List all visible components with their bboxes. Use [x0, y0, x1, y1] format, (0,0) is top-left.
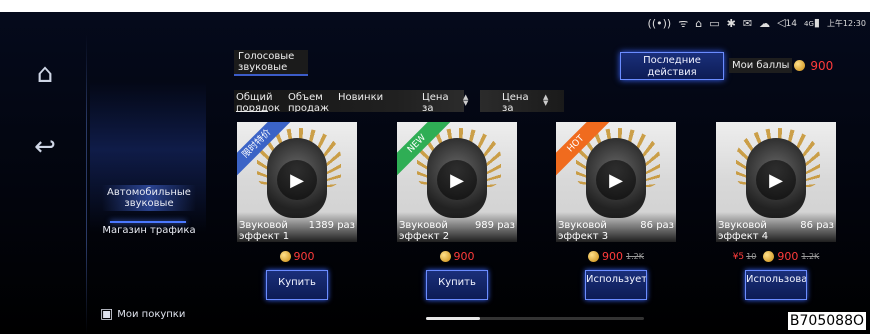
- sound-name: Звуковой эффект 1: [239, 220, 290, 242]
- sort-price-points[interactable]: Цена за баллы: [422, 92, 462, 112]
- play-count: 989 раз: [474, 220, 515, 231]
- sound-thumbnail[interactable]: ▶ Звуковой эффект 4 86 раз: [716, 122, 836, 242]
- sound-thumbnail[interactable]: ▶ 限时特价 Звуковой эффект 1 1389 раз: [237, 122, 357, 242]
- top-white-strip: [0, 0, 870, 12]
- coin-icon: [763, 251, 775, 262]
- recent-actions-button[interactable]: Последние действия: [620, 52, 724, 80]
- left-rail: ⌂ ↩: [0, 12, 87, 334]
- sort-bar: Общий порядок Объем продаж Новинки Цена …: [234, 90, 564, 112]
- sort-arrows-icon[interactable]: ▲ ▼: [543, 94, 548, 107]
- price-money: ¥5 10: [733, 252, 757, 262]
- play-icon[interactable]: ▶: [277, 160, 317, 200]
- sort-active-underline: [236, 111, 268, 112]
- play-icon[interactable]: ▶: [437, 160, 477, 200]
- use-button[interactable]: Использовать: [745, 270, 807, 300]
- play-count: 86 раз: [640, 220, 674, 231]
- sort-new[interactable]: Новинки: [338, 92, 388, 112]
- status-bar: ((•)) ᯤ ⌂ ▭ ✱ ✉ ☁ ◁14 4G▮ 上午12:30: [648, 14, 866, 32]
- wallet-icon: ▣: [100, 306, 114, 322]
- back-icon[interactable]: ↩: [28, 130, 62, 164]
- home-icon[interactable]: ⌂: [28, 57, 62, 91]
- mail-icon: ✉: [742, 16, 753, 30]
- coin-icon: [439, 251, 451, 262]
- sound-name: Звуковой эффект 3: [558, 220, 609, 242]
- battery-icon: ▭: [709, 16, 720, 30]
- watermark-code: B705088O: [786, 311, 867, 331]
- sort-price-money[interactable]: Цена за деньги: [502, 92, 542, 112]
- in-use-button[interactable]: Используется: [585, 270, 647, 300]
- rail-divider: [86, 34, 87, 334]
- volume-indicator: ◁14: [777, 17, 797, 29]
- network-indicator: 4G▮: [804, 17, 820, 29]
- price-row: ¥5 10 900 1.2K: [716, 250, 836, 263]
- scrollbar-thumb[interactable]: [426, 317, 480, 320]
- sound-name: Звуковой эффект 2: [399, 220, 450, 242]
- price-row: 900: [237, 250, 357, 263]
- signal-icon: ▮: [813, 16, 820, 29]
- network-label: 4G: [803, 20, 814, 28]
- play-icon[interactable]: ▶: [756, 160, 796, 200]
- category-car-sounds[interactable]: Автомобильные звуковые: [102, 185, 196, 211]
- wifi-icon: ᯤ: [678, 16, 689, 30]
- bluetooth-icon: ✱: [726, 16, 736, 30]
- clock: 上午12:30: [826, 18, 866, 28]
- weather-icon: ☁: [759, 16, 771, 30]
- coin-icon: [279, 251, 291, 262]
- points-label: Мои баллы: [729, 58, 793, 73]
- sort-overall[interactable]: Общий порядок: [236, 92, 282, 112]
- buy-button[interactable]: Купить: [426, 270, 488, 300]
- price-points: 900: [777, 250, 799, 263]
- sound-name: Звуковой эффект 4: [718, 220, 769, 242]
- sound-thumbnail[interactable]: ▶ NEW Звуковой эффект 2 989 раз: [397, 122, 517, 242]
- old-price-points: 1.2K: [801, 252, 820, 261]
- category-panel: Автомобильные звуковые Магазин трафика ▣…: [88, 12, 208, 334]
- my-purchases-button[interactable]: ▣ Мои покупки: [100, 306, 185, 322]
- my-purchases-label: Мои покупки: [117, 308, 186, 320]
- price-points: 900: [453, 250, 475, 263]
- old-price-points: 1.2K: [626, 252, 644, 261]
- price-row: 900 1.2K: [556, 250, 676, 263]
- sort-arrows-icon[interactable]: ▲ ▼: [463, 94, 468, 107]
- tab-voice-sounds[interactable]: Голосовые звуковые: [234, 50, 308, 76]
- price-points: 900: [602, 250, 624, 263]
- usb-icon: ⌂: [695, 16, 703, 30]
- my-points: Мои баллы 900: [729, 58, 833, 73]
- play-icon[interactable]: ▶: [596, 160, 636, 200]
- coin-icon: [794, 60, 806, 71]
- old-price-money: 10: [746, 251, 757, 261]
- play-count: 86 раз: [800, 220, 834, 231]
- price-row: 900: [397, 250, 517, 263]
- price-points: 900: [293, 250, 315, 263]
- category-traffic-shop[interactable]: Магазин трафика: [102, 225, 196, 236]
- coin-icon: [588, 251, 600, 262]
- volume-icon: ◁: [777, 16, 786, 29]
- play-count: 1389 раз: [308, 220, 355, 231]
- active-indicator: [110, 221, 186, 223]
- points-value: 900: [810, 58, 834, 73]
- sound-thumbnail[interactable]: ▶ HOT Звуковой эффект 3 86 раз: [556, 122, 676, 242]
- buy-button[interactable]: Купить: [266, 270, 328, 300]
- sort-sales[interactable]: Объем продаж: [288, 92, 330, 112]
- price-money-value: ¥5: [732, 251, 745, 262]
- cast-icon: ((•)): [647, 16, 672, 30]
- volume-value: 14: [785, 19, 797, 29]
- horizontal-scrollbar[interactable]: [426, 317, 644, 320]
